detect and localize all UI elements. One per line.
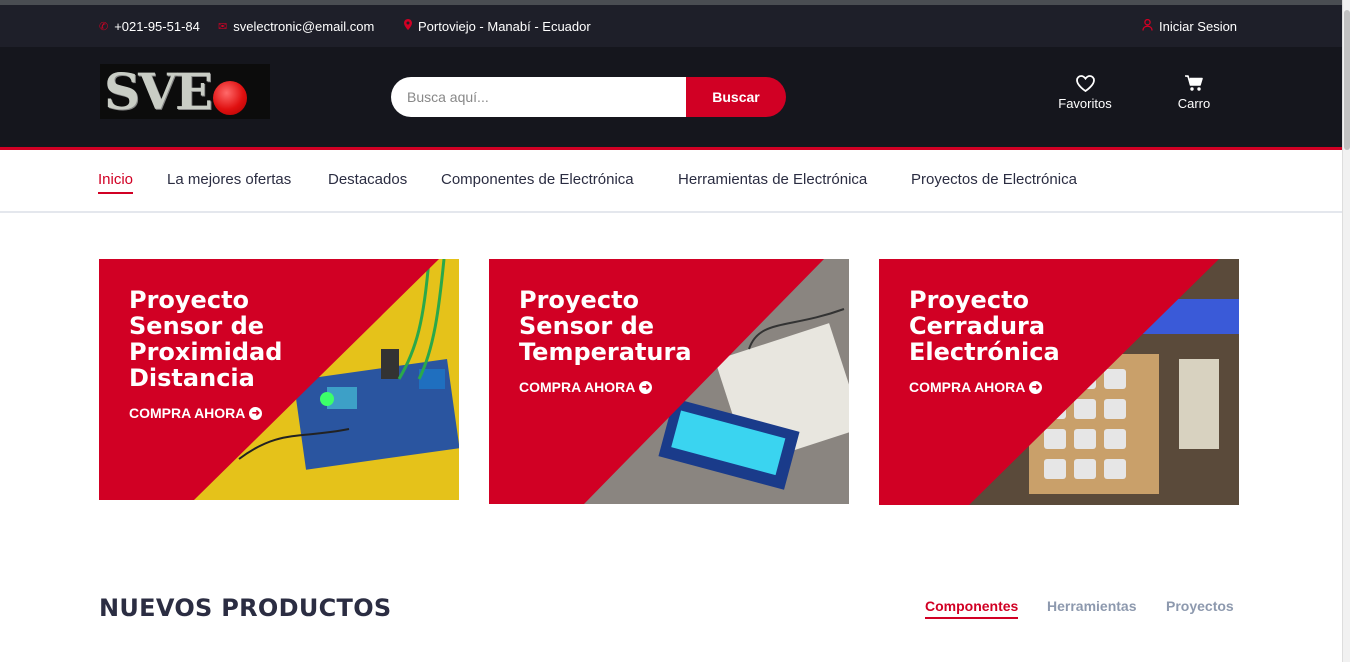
search-input[interactable]: Busca aquí...: [391, 77, 686, 117]
arrow-circle-right-icon: ➜: [1029, 380, 1043, 394]
nav-item-destacados[interactable]: Destacados: [328, 171, 407, 188]
promo-title-line: Sensor de: [519, 312, 655, 340]
login-text: Iniciar Sesion: [1159, 18, 1238, 34]
page-scrollbar[interactable]: [1342, 0, 1350, 662]
location-contact[interactable]: Portoviejo - Manabí - Ecuador: [404, 5, 591, 47]
email-text: svelectronic@email.com: [233, 18, 375, 34]
promo-title-line: Cerradura: [909, 312, 1046, 340]
favorites-label: Favoritos: [1058, 96, 1112, 111]
map-marker-icon: [404, 19, 412, 33]
phone-text: +021-95-51-84: [114, 18, 200, 34]
nav-item-ofertas[interactable]: La mejores ofertas: [167, 171, 291, 188]
search-button[interactable]: Buscar: [686, 77, 786, 117]
promo-cta-label: COMPRA AHORA: [909, 379, 1026, 395]
shopping-cart-icon: [1174, 75, 1214, 96]
nav-item-proyectos[interactable]: Proyectos de Electrónica: [911, 171, 1077, 188]
nav-item-inicio[interactable]: Inicio: [98, 171, 134, 194]
site-logo[interactable]: SVE: [100, 62, 270, 121]
promo-cta-label: COMPRA AHORA: [129, 405, 246, 421]
promo-title-line: Temperatura: [519, 338, 692, 366]
favorites-link[interactable]: Favoritos: [1057, 75, 1113, 111]
logo-text: SVE: [104, 62, 213, 121]
tab-componentes[interactable]: Componentes: [925, 598, 1019, 619]
tab-herramientas[interactable]: Herramientas: [1047, 598, 1137, 614]
cart-link[interactable]: Carro: [1174, 75, 1214, 111]
main-navigation: Inicio La mejores ofertas Destacados Com…: [0, 150, 1342, 213]
envelope-icon: ✉: [218, 20, 228, 33]
scrollbar-thumb[interactable]: [1344, 10, 1350, 150]
promo-title-line: Distancia: [129, 364, 255, 392]
promo-cta-label: COMPRA AHORA: [519, 379, 636, 395]
nav-item-herramientas[interactable]: Herramientas de Electrónica: [678, 171, 867, 188]
promo-buy-button[interactable]: COMPRA AHORA ➜: [909, 379, 1043, 395]
promo-card-proximidad[interactable]: Proyecto Sensor de Proximidad Distancia …: [99, 259, 459, 500]
header-topbar: ✆ +021-95-51-84 ✉ svelectronic@email.com…: [0, 5, 1342, 47]
arrow-circle-right-icon: ➜: [249, 406, 263, 420]
promo-title-line: Proximidad: [129, 338, 283, 366]
search-bar: Busca aquí... Buscar: [391, 77, 786, 117]
user-icon: [1142, 18, 1153, 34]
email-contact[interactable]: ✉ svelectronic@email.com: [218, 5, 374, 47]
promo-title: Proyecto Sensor de Proximidad Distancia: [129, 287, 282, 391]
location-text: Portoviejo - Manabí - Ecuador: [418, 18, 591, 34]
logo-red-dot: [213, 80, 248, 115]
nav-item-componentes[interactable]: Componentes de Electrónica: [441, 171, 634, 188]
section-title: NUEVOS PRODUCTOS: [99, 594, 392, 622]
phone-icon: ✆: [99, 20, 109, 33]
promo-card-cerradura[interactable]: Proyecto Cerradura Electrónica COMPRA AH…: [879, 259, 1239, 505]
promo-title-line: Proyecto: [129, 286, 250, 314]
cart-label: Carro: [1177, 96, 1211, 111]
arrow-circle-right-icon: ➜: [639, 380, 653, 394]
promo-title: Proyecto Sensor de Temperatura: [519, 287, 692, 365]
promo-title-line: Proyecto: [519, 286, 640, 314]
promo-title-line: Proyecto: [909, 286, 1030, 314]
promo-title: Proyecto Cerradura Electrónica: [909, 287, 1060, 365]
tab-proyectos[interactable]: Proyectos: [1166, 598, 1234, 614]
promo-buy-button[interactable]: COMPRA AHORA ➜: [519, 379, 653, 395]
promo-title-line: Sensor de: [129, 312, 265, 340]
promo-card-temperatura[interactable]: Proyecto Sensor de Temperatura COMPRA AH…: [489, 259, 849, 504]
promo-title-line: Electrónica: [909, 338, 1060, 366]
heart-icon: [1057, 75, 1113, 96]
promo-buy-button[interactable]: COMPRA AHORA ➜: [129, 405, 263, 421]
phone-contact[interactable]: ✆ +021-95-51-84: [99, 5, 200, 47]
login-link[interactable]: Iniciar Sesion: [1142, 5, 1237, 47]
main-header: SVE Busca aquí... Buscar Favoritos Carro: [0, 47, 1342, 150]
